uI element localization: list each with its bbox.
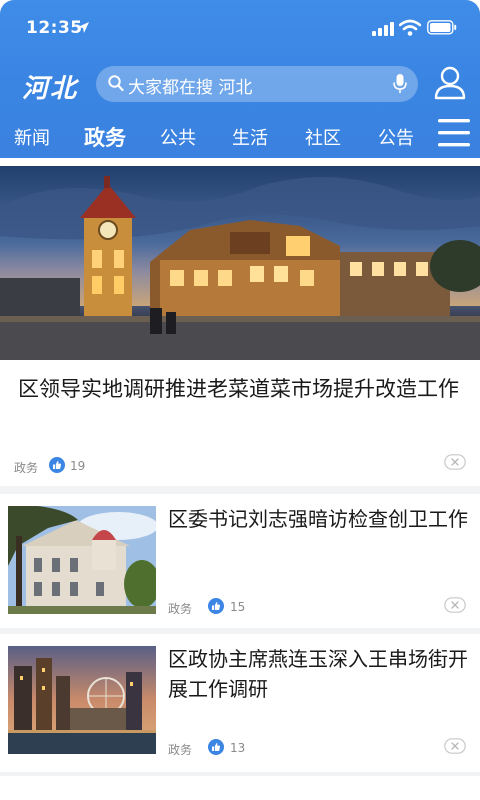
- news-item-category: 政务: [168, 602, 193, 616]
- tab-community[interactable]: 社区: [305, 124, 341, 150]
- search-placeholder: 大家都在搜 河北: [128, 78, 253, 98]
- menu-icon[interactable]: [438, 118, 470, 148]
- wifi-icon: [399, 19, 421, 36]
- search-icon: [108, 75, 124, 92]
- news-item-title[interactable]: 区政协主席燕连玉深入王串场街开展工作调研: [168, 644, 468, 704]
- lead-news-image[interactable]: [0, 166, 480, 360]
- dismiss-icon[interactable]: [444, 597, 466, 613]
- app-logo: 河北: [22, 74, 79, 104]
- cellular-signal-icon: [372, 22, 394, 36]
- status-time: 12:35: [26, 18, 83, 38]
- category-tabs: 新闻 政务 公共 生活 社区 公告: [0, 112, 480, 158]
- status-bar: 12:35: [0, 0, 480, 56]
- divider: [0, 628, 480, 634]
- news-item-likes: 13: [230, 741, 246, 755]
- dismiss-icon[interactable]: [444, 738, 466, 754]
- like-icon[interactable]: [208, 598, 224, 614]
- location-arrow-icon: [78, 22, 89, 33]
- news-item-image[interactable]: [8, 646, 156, 754]
- tab-news[interactable]: 新闻: [14, 124, 50, 150]
- like-icon[interactable]: [49, 457, 65, 473]
- divider: [0, 486, 480, 494]
- lead-news-title[interactable]: 区领导实地调研推进老菜道菜市场提升改造工作: [18, 374, 468, 405]
- user-profile-icon[interactable]: [434, 66, 466, 100]
- news-item-likes: 15: [230, 600, 246, 614]
- tab-life[interactable]: 生活: [232, 124, 268, 150]
- app-header: 12:35 河北 大家都在搜 河北 新闻 政务 公共 生活 社区 公告: [0, 0, 480, 158]
- news-item-title[interactable]: 区委书记刘志强暗访检查创卫工作: [168, 504, 468, 534]
- tab-notice[interactable]: 公告: [378, 124, 414, 150]
- news-item-image[interactable]: [8, 506, 156, 614]
- microphone-icon[interactable]: [392, 73, 408, 95]
- like-icon[interactable]: [208, 739, 224, 755]
- news-item-category: 政务: [168, 743, 193, 757]
- lead-news-likes: 19: [70, 459, 86, 473]
- battery-icon: [427, 20, 457, 35]
- search-bar[interactable]: 大家都在搜 河北: [96, 66, 418, 102]
- divider: [0, 772, 480, 776]
- tab-public[interactable]: 公共: [160, 124, 196, 150]
- tab-government[interactable]: 政务: [84, 122, 126, 152]
- dismiss-icon[interactable]: [444, 454, 466, 470]
- lead-news-category: 政务: [14, 461, 39, 475]
